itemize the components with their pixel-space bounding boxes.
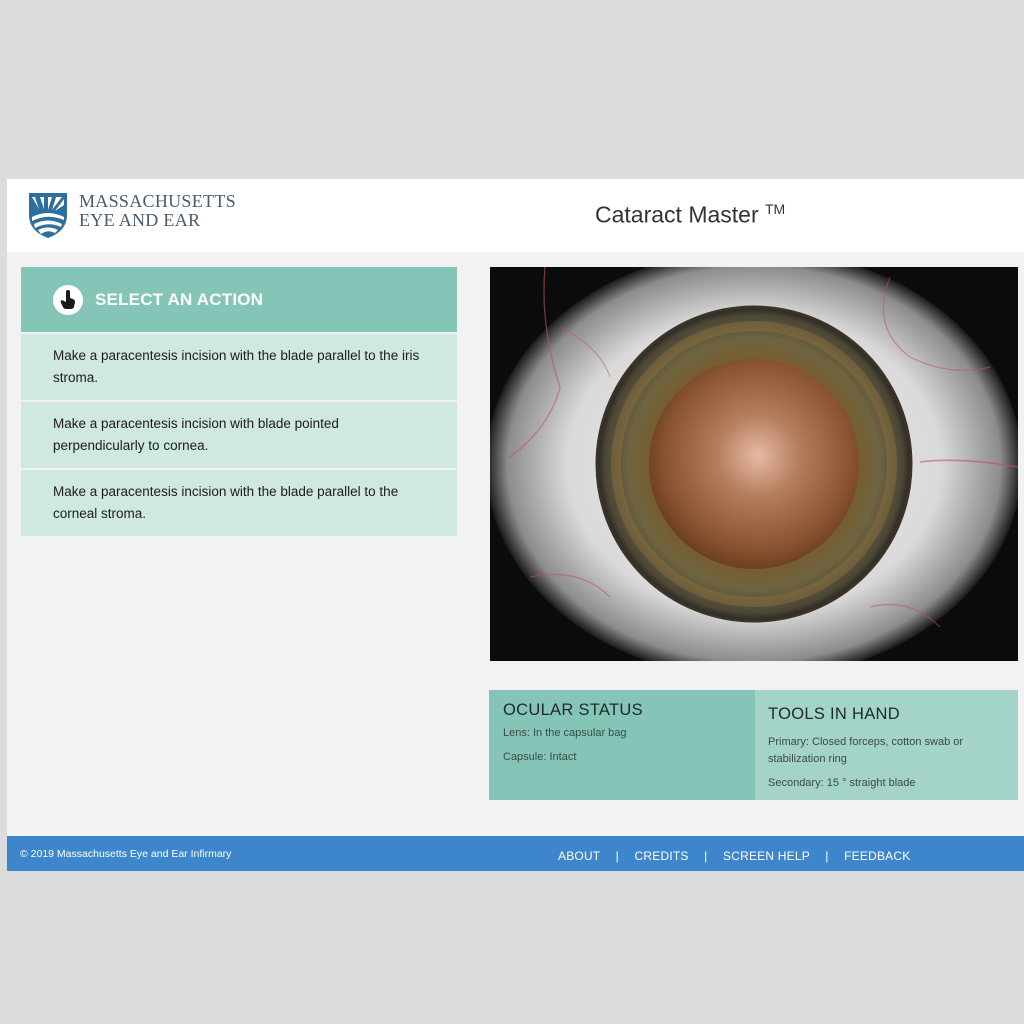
trademark-symbol: TM <box>765 201 786 217</box>
ocular-status-box: OCULAR STATUS Lens: In the capsular bag … <box>489 690 755 800</box>
logo-line-1: MASSACHUSETTS <box>79 191 236 211</box>
tools-secondary: Secondary: 15 ° straight blade <box>768 777 916 789</box>
footer-links: ABOUT | CREDITS | SCREEN HELP | FEEDBACK <box>558 849 910 863</box>
footer-link-about[interactable]: ABOUT <box>558 849 600 863</box>
action-panel-title: SELECT AN ACTION <box>95 290 264 309</box>
footer-separator: | <box>704 849 708 863</box>
select-action-panel: SELECT AN ACTION Make a paracentesis inc… <box>21 267 457 536</box>
ocular-status-title: OCULAR STATUS <box>503 701 643 719</box>
eye-image <box>490 267 1018 661</box>
footer-link-feedback[interactable]: FEEDBACK <box>844 849 910 863</box>
footer: © 2019 Massachusetts Eye and Ear Infirma… <box>7 836 1024 871</box>
action-panel-header: SELECT AN ACTION <box>21 267 457 332</box>
footer-link-screen-help[interactable]: SCREEN HELP <box>723 849 810 863</box>
action-option-3[interactable]: Make a paracentesis incision with the bl… <box>21 468 457 536</box>
hand-pointer-icon <box>53 285 83 315</box>
ocular-status-lens: Lens: In the capsular bag <box>503 727 627 739</box>
footer-separator: | <box>825 849 829 863</box>
footer-link-credits[interactable]: CREDITS <box>635 849 689 863</box>
surgical-eye-view[interactable] <box>490 267 1018 661</box>
app-header: MASSACHUSETTS EYE AND EAR Cataract Maste… <box>7 179 1024 252</box>
logo-line-2: EYE AND EAR <box>79 210 201 230</box>
app-title: Cataract Master TM <box>595 201 785 229</box>
status-panel: OCULAR STATUS Lens: In the capsular bag … <box>489 690 1018 800</box>
footer-separator: | <box>615 849 619 863</box>
copyright-text: © 2019 Massachusetts Eye and Ear Infirma… <box>20 848 232 860</box>
logo-text: MASSACHUSETTS EYE AND EAR <box>79 192 236 230</box>
tools-primary-line-2: stabilization ring <box>768 753 847 765</box>
ocular-status-capsule: Capsule: Intact <box>503 751 577 763</box>
tools-in-hand-box: TOOLS IN HAND Primary: Closed forceps, c… <box>755 690 1018 800</box>
app-title-text: Cataract Master <box>595 201 759 228</box>
shield-logo-icon <box>29 193 67 238</box>
tools-in-hand-title: TOOLS IN HAND <box>768 705 900 723</box>
brand-logo[interactable]: MASSACHUSETTS EYE AND EAR <box>27 191 247 241</box>
action-option-2[interactable]: Make a paracentesis incision with blade … <box>21 400 457 468</box>
tools-primary-line-1: Primary: Closed forceps, cotton swab or <box>768 736 964 748</box>
app-window: MASSACHUSETTS EYE AND EAR Cataract Maste… <box>7 179 1024 871</box>
action-option-1[interactable]: Make a paracentesis incision with the bl… <box>21 332 457 400</box>
